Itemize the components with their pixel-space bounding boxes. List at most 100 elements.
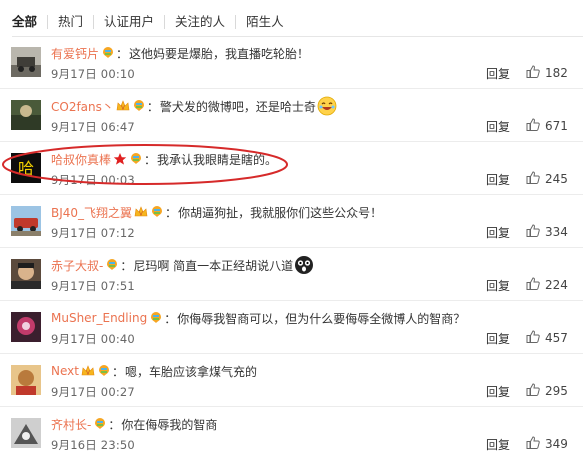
rainbow-balloon-icon xyxy=(101,46,115,60)
comment-text: 我承认我眼睛是瞎的。 xyxy=(157,152,278,167)
comment-time: 9月17日 07:12 xyxy=(51,226,135,240)
comment-text: 尼玛啊 简直一本正经胡说八道 xyxy=(133,258,294,273)
colon: ： xyxy=(164,311,177,326)
tab-following[interactable]: 关注的人 xyxy=(164,15,235,29)
rainbow-balloon-icon xyxy=(105,258,119,272)
username-link[interactable]: CO2fans丶 xyxy=(51,98,114,115)
colon: ： xyxy=(111,364,124,379)
colon: ： xyxy=(108,417,121,432)
avatar[interactable]: 哈 xyxy=(11,153,41,183)
comment-text: 警犬发的微博吧，还是哈士奇 xyxy=(159,99,316,114)
like-count: 182 xyxy=(545,66,568,80)
comment-row: 赤子大叔- ： 尼玛啊 简直一本正经胡说八道 9月17日 07:51 回复 22… xyxy=(0,248,583,301)
reply-button[interactable]: 回复 xyxy=(486,277,510,294)
reply-button[interactable]: 回复 xyxy=(486,383,510,400)
comment-time: 9月17日 06:47 xyxy=(51,120,135,134)
tab-strangers[interactable]: 陌生人 xyxy=(235,15,294,29)
thumbs-up-icon xyxy=(526,171,540,187)
thumbs-up-icon xyxy=(526,118,540,134)
like-button[interactable]: 182 xyxy=(526,65,568,81)
like-button[interactable]: 349 xyxy=(526,436,568,452)
tab-hot[interactable]: 热门 xyxy=(47,15,93,29)
comment-time: 9月17日 00:27 xyxy=(51,385,135,399)
comment-list: 有爱钙片 ： 这他妈要是爆胎，我直播吃轮胎！ 9月17日 00:10 回复 18… xyxy=(0,36,583,460)
thumbs-up-icon xyxy=(526,436,540,452)
reply-button[interactable]: 回复 xyxy=(486,171,510,188)
comment-time: 9月17日 00:40 xyxy=(51,332,135,346)
like-count: 245 xyxy=(545,172,568,186)
svg-text:V: V xyxy=(86,371,90,377)
rainbow-balloon-icon xyxy=(129,152,143,166)
thumbs-up-icon xyxy=(526,277,540,293)
like-count: 671 xyxy=(545,119,568,133)
avatar[interactable] xyxy=(11,418,41,448)
svg-text:哈: 哈 xyxy=(18,159,34,178)
colon: ： xyxy=(146,99,159,114)
like-button[interactable]: 334 xyxy=(526,224,568,240)
comment-text: 你侮辱我智商可以，但为什么要侮辱全微博人的智商？ xyxy=(177,311,466,326)
like-button[interactable]: 295 xyxy=(526,383,568,399)
comment-row: BJ40_飞翔之翼 V ： 你胡逼狗扯，我就服你们这些公众号！ 9月17日 07… xyxy=(0,195,583,248)
comment-row: CO2fans丶 V ： 警犬发的微博吧，还是哈士奇 9月17日 06:47 回… xyxy=(0,89,583,142)
reply-button[interactable]: 回复 xyxy=(486,224,510,241)
like-count: 224 xyxy=(545,278,568,292)
comment-text: 嗯，车胎应该拿煤气充的 xyxy=(124,364,257,379)
like-count: 457 xyxy=(545,331,568,345)
avatar[interactable] xyxy=(11,259,41,289)
username-link[interactable]: MuSher_Endling xyxy=(51,311,147,325)
comment-text: 你胡逼狗扯，我就服你们这些公众号！ xyxy=(178,205,383,220)
laughing-face-icon xyxy=(317,96,337,116)
like-count: 349 xyxy=(545,437,568,451)
reply-button[interactable]: 回复 xyxy=(486,436,510,453)
rainbow-balloon-icon xyxy=(93,417,107,431)
colon: ： xyxy=(116,46,129,61)
reply-button[interactable]: 回复 xyxy=(486,65,510,82)
comment-row: Next V ： 嗯，车胎应该拿煤气充的 9月17日 00:27 回复 295 xyxy=(0,354,583,407)
thumbs-up-icon xyxy=(526,65,540,81)
svg-text:V: V xyxy=(121,106,125,112)
username-link[interactable]: BJ40_飞翔之翼 xyxy=(51,204,132,221)
rainbow-balloon-icon xyxy=(149,311,163,325)
comment-row: 有爱钙片 ： 这他妈要是爆胎，我直播吃轮胎！ 9月17日 00:10 回复 18… xyxy=(0,36,583,89)
svg-text:V: V xyxy=(139,212,143,218)
rainbow-balloon-icon xyxy=(97,364,111,378)
colon: ： xyxy=(120,258,133,273)
like-button[interactable]: 671 xyxy=(526,118,568,134)
comment-time: 9月17日 00:10 xyxy=(51,67,135,81)
username-link[interactable]: 哈叔你真棒 xyxy=(51,151,111,168)
tab-verified-users[interactable]: 认证用户 xyxy=(93,15,164,29)
avatar[interactable] xyxy=(11,100,41,130)
like-button[interactable]: 457 xyxy=(526,330,568,346)
vip-crown-icon: V xyxy=(116,99,130,113)
avatar[interactable] xyxy=(11,47,41,77)
comment-row: 齐村长- ： 你在侮辱我的智商 9月16日 23:50 回复 349 xyxy=(0,407,583,460)
username-link[interactable]: 有爱钙片 xyxy=(51,45,99,62)
avatar[interactable] xyxy=(11,206,41,236)
red-star-icon xyxy=(113,152,127,166)
comment-row: 哈 哈叔你真棒 ： 我承认我眼睛是瞎的。 9月17日 00:03 回复 245 xyxy=(0,142,583,195)
shocked-face-icon xyxy=(294,255,314,275)
comment-time: 9月17日 07:51 xyxy=(51,279,135,293)
comment-text: 你在侮辱我的智商 xyxy=(121,417,218,432)
colon: ： xyxy=(144,152,157,167)
comment-time: 9月16日 23:50 xyxy=(51,438,135,452)
avatar[interactable] xyxy=(11,312,41,342)
username-link[interactable]: Next xyxy=(51,364,79,378)
like-button[interactable]: 224 xyxy=(526,277,568,293)
thumbs-up-icon xyxy=(526,330,540,346)
vip-crown-icon: V xyxy=(134,205,148,219)
like-count: 295 xyxy=(545,384,568,398)
reply-button[interactable]: 回复 xyxy=(486,330,510,347)
tab-all[interactable]: 全部 xyxy=(12,15,47,29)
reply-button[interactable]: 回复 xyxy=(486,118,510,135)
vip-crown-icon: V xyxy=(81,364,95,378)
colon: ： xyxy=(165,205,178,220)
comment-row: MuSher_Endling ： 你侮辱我智商可以，但为什么要侮辱全微博人的智商… xyxy=(0,301,583,354)
thumbs-up-icon xyxy=(526,383,540,399)
thumbs-up-icon xyxy=(526,224,540,240)
like-button[interactable]: 245 xyxy=(526,171,568,187)
username-link[interactable]: 赤子大叔- xyxy=(51,257,103,274)
avatar[interactable] xyxy=(11,365,41,395)
like-count: 334 xyxy=(545,225,568,239)
username-link[interactable]: 齐村长- xyxy=(51,416,91,433)
